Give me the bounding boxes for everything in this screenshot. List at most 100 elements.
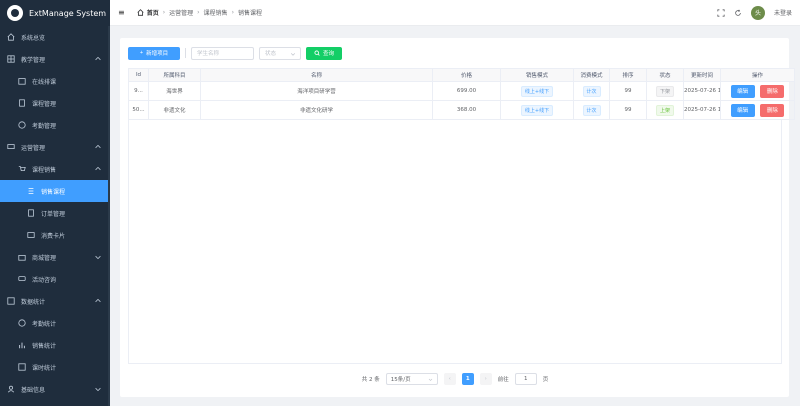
user-icon bbox=[6, 384, 16, 394]
sidebar-item-label: 课程管理 bbox=[32, 100, 57, 108]
cart-icon bbox=[17, 164, 27, 174]
column-header[interactable]: 销售模式 bbox=[499, 68, 575, 82]
page-size-select[interactable]: 15条/页 bbox=[385, 373, 438, 385]
sidebar-item-label: 运营管理 bbox=[21, 144, 46, 152]
sidebar-item-online-schedule[interactable]: 在线排课 bbox=[0, 70, 110, 92]
edit-button[interactable]: 编辑 bbox=[730, 84, 755, 98]
sidebar-item-label: 考勤统计 bbox=[32, 320, 57, 328]
content-card: + 新增项目 学生名称 状态 查询 Id 所属科目 名称 价格 销售模式 消费模… bbox=[120, 38, 796, 397]
breadcrumb-item[interactable]: 课程销售 bbox=[204, 8, 228, 17]
status-select[interactable]: 状态 bbox=[259, 46, 301, 60]
column-header[interactable]: 价格 bbox=[432, 68, 501, 82]
cell-name: 非遗文化研学 bbox=[200, 100, 433, 120]
hamburger-icon[interactable]: ≡ bbox=[118, 8, 125, 17]
sidebar-item-course-manage[interactable]: 课程管理 bbox=[0, 92, 110, 114]
chevron-down-icon bbox=[290, 52, 296, 56]
toolbar-divider bbox=[185, 48, 186, 58]
sidebar-item-label: 基础信息 bbox=[21, 386, 46, 394]
delete-button[interactable]: 删除 bbox=[760, 103, 785, 117]
goto-page-input[interactable]: 1 bbox=[514, 373, 537, 385]
sidebar-item-mall[interactable]: 商城管理 bbox=[0, 246, 110, 268]
breadcrumb-home[interactable]: 首页 bbox=[137, 8, 159, 17]
sidebar-item-label: 数据统计 bbox=[21, 298, 46, 306]
sidebar-item-attendance-stats[interactable]: 考勤统计 bbox=[0, 312, 110, 334]
table-header: Id 所属科目 名称 价格 销售模式 消费模式 排序 状态 更新时间 操作 bbox=[128, 68, 796, 82]
column-header[interactable]: 名称 bbox=[200, 68, 433, 82]
table-row: 50... 非遗文化 非遗文化研学 368.00 线上+线下 计次 99 上架 … bbox=[128, 100, 796, 120]
prev-page-button[interactable]: ‹ bbox=[443, 373, 456, 385]
cell-actions: 编辑 删除 bbox=[720, 81, 796, 101]
user-label[interactable]: 未登录 bbox=[774, 8, 792, 17]
cell-status: 上架 bbox=[646, 100, 685, 120]
sidebar-item-teaching[interactable]: 教学管理 bbox=[0, 48, 110, 70]
shop-icon bbox=[17, 252, 27, 262]
status-badge: 下架 bbox=[656, 85, 675, 97]
sidebar-item-operations[interactable]: 运营管理 bbox=[0, 136, 110, 158]
cell-updated: 2025-07-26 14:01 bbox=[683, 81, 722, 101]
sidebar-item-label: 活动咨询 bbox=[32, 276, 57, 284]
avatar[interactable]: 头 bbox=[750, 5, 765, 20]
breadcrumb-separator: › bbox=[162, 9, 166, 16]
card-icon bbox=[26, 230, 36, 240]
document-icon bbox=[26, 208, 36, 218]
sidebar-item-course-sales[interactable]: 课程销售 bbox=[0, 158, 110, 180]
home-icon bbox=[137, 9, 144, 16]
sidebar-item-basic-info[interactable]: 基础信息 bbox=[0, 378, 110, 400]
sidebar-item-hours-stats[interactable]: 课时统计 bbox=[0, 356, 110, 378]
cell-actions: 编辑 删除 bbox=[720, 100, 796, 120]
edit-button[interactable]: 编辑 bbox=[730, 103, 755, 117]
add-item-button[interactable]: + 新增项目 bbox=[128, 46, 180, 60]
sidebar-item-cards[interactable]: 消费卡片 bbox=[0, 224, 110, 246]
status-badge: 上架 bbox=[656, 104, 675, 116]
sidebar-item-sales-stats[interactable]: 销售统计 bbox=[0, 334, 110, 356]
sidebar-item-activity[interactable]: 活动咨询 bbox=[0, 268, 110, 290]
sidebar-scrollbar[interactable] bbox=[108, 26, 110, 406]
pagination-total: 共 2 条 bbox=[361, 377, 380, 383]
table-empty-area bbox=[128, 120, 782, 364]
chevron-up-icon bbox=[95, 166, 101, 171]
sidebar-item-overview[interactable]: 系统总览 bbox=[0, 26, 110, 48]
sidebar-item-orders[interactable]: 订单管理 bbox=[0, 202, 110, 224]
delete-button[interactable]: 删除 bbox=[760, 84, 785, 98]
query-button[interactable]: 查询 bbox=[306, 46, 342, 60]
refresh-icon[interactable] bbox=[734, 9, 742, 17]
sidebar-item-label: 商城管理 bbox=[32, 254, 57, 262]
cell-name: 海洋项目研学营 bbox=[200, 81, 433, 101]
column-header[interactable]: 消费模式 bbox=[573, 68, 611, 82]
course-table: Id 所属科目 名称 价格 销售模式 消费模式 排序 状态 更新时间 操作 9.… bbox=[128, 68, 796, 120]
next-page-button[interactable]: › bbox=[479, 373, 492, 385]
table-row: 9... 海世界 海洋项目研学营 699.00 线上+线下 计次 99 下架 2… bbox=[128, 81, 796, 101]
column-header[interactable]: Id bbox=[128, 68, 149, 82]
fullscreen-icon[interactable] bbox=[717, 8, 725, 17]
list-icon bbox=[26, 186, 36, 196]
student-name-input[interactable]: 学生名称 bbox=[191, 46, 254, 60]
breadcrumb-separator: › bbox=[231, 9, 234, 16]
sale-mode-tag: 线上+线下 bbox=[520, 104, 554, 116]
column-header[interactable]: 状态 bbox=[646, 68, 685, 82]
breadcrumb-separator: › bbox=[197, 9, 200, 16]
cell-status: 下架 bbox=[646, 81, 685, 101]
sidebar-item-statistics[interactable]: 数据统计 bbox=[0, 290, 110, 312]
cell-sort: 99 bbox=[609, 100, 648, 120]
logo-icon bbox=[7, 5, 23, 21]
chevron-up-icon bbox=[95, 144, 101, 149]
grid-icon bbox=[6, 54, 16, 64]
breadcrumb-item[interactable]: 运营管理 bbox=[169, 8, 193, 17]
sidebar-item-label: 消费卡片 bbox=[41, 232, 66, 240]
cell-sort: 99 bbox=[609, 81, 648, 101]
consume-mode-tag: 计次 bbox=[582, 104, 601, 116]
page-number-current[interactable]: 1 bbox=[461, 373, 474, 385]
sidebar-item-attendance[interactable]: 考勤管理 bbox=[0, 114, 110, 136]
sidebar-item-sales-course[interactable]: 销售课程 bbox=[0, 180, 110, 202]
breadcrumb: 首页 › 运营管理 › 课程销售 › 销售课程 bbox=[137, 8, 262, 17]
clock-icon bbox=[17, 120, 27, 130]
column-header[interactable]: 操作 bbox=[720, 68, 796, 82]
column-header[interactable]: 所属科目 bbox=[148, 68, 201, 82]
toolbar: + 新增项目 学生名称 状态 查询 bbox=[128, 45, 782, 61]
app-title: ExtManage System bbox=[29, 8, 107, 18]
column-header[interactable]: 更新时间 bbox=[683, 68, 722, 82]
cell-subject: 海世界 bbox=[148, 81, 201, 101]
column-header[interactable]: 排序 bbox=[609, 68, 648, 82]
bar-chart-icon bbox=[17, 340, 27, 350]
sidebar: ExtManage System 系统总览 教学管理 在线排课 课程管理 考勤管… bbox=[0, 0, 110, 406]
